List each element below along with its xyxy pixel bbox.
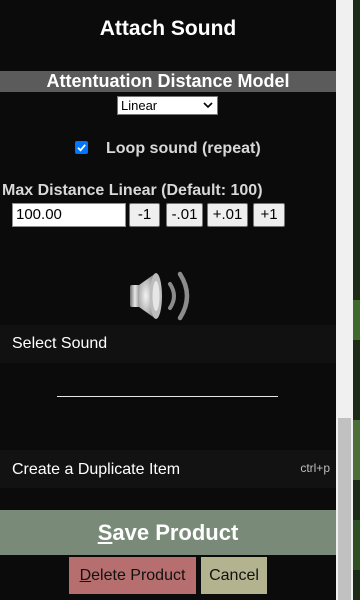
duplicate-item-label: Create a Duplicate Item — [12, 461, 181, 478]
max-distance-input[interactable]: 100.00 — [12, 203, 126, 227]
attenuation-heading: Attentuation Distance Model — [0, 71, 336, 92]
increment-01-button[interactable]: +.01 — [207, 203, 248, 227]
delete-product-button[interactable]: Delete Product — [69, 557, 196, 594]
attach-sound-panel: Attach Sound Attentuation Distance Model… — [0, 0, 336, 600]
cancel-button[interactable]: Cancel — [201, 557, 267, 594]
increment-1-button[interactable]: +1 — [253, 203, 285, 227]
save-product-button[interactable]: Save Product — [0, 510, 336, 555]
max-distance-label: Max Distance Linear (Default: 100) — [2, 182, 263, 199]
decrement-01-button[interactable]: -.01 — [166, 203, 203, 227]
delete-label-rest: elete Product — [91, 567, 186, 584]
background-edge — [353, 0, 360, 600]
speaker-icon[interactable] — [126, 268, 198, 324]
save-label-rest: ave Product — [112, 520, 239, 545]
distance-model-select[interactable]: Linear — [117, 96, 218, 115]
scrollbar-thumb[interactable] — [338, 418, 351, 600]
check-icon — [77, 144, 86, 152]
vertical-scrollbar[interactable] — [336, 0, 353, 600]
dialog-title: Attach Sound — [99, 17, 237, 40]
save-accesskey: S — [97, 520, 113, 545]
decrement-1-button[interactable]: -1 — [129, 203, 160, 227]
distance-model-value: Linear — [121, 98, 158, 113]
delete-accesskey: D — [79, 567, 92, 584]
chevron-down-icon — [203, 102, 213, 109]
loop-checkbox[interactable] — [75, 141, 88, 154]
duplicate-shortcut: ctrl+p — [300, 461, 330, 475]
loop-label: Loop sound (repeat) — [106, 140, 261, 157]
select-sound-label: Select Sound — [12, 335, 108, 352]
sound-divider — [57, 396, 278, 397]
